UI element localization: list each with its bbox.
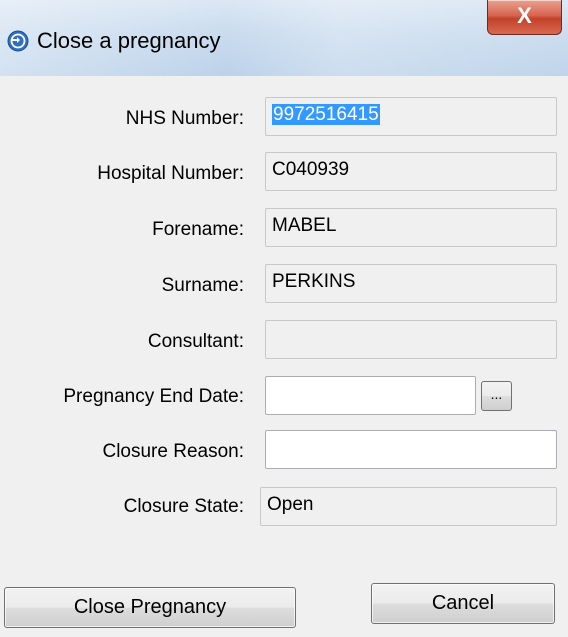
surname-field[interactable]: PERKINS: [265, 264, 557, 303]
dialog-window: Close a pregnancy X NHS Number: 99725164…: [0, 0, 568, 637]
closure-reason-label: Closure Reason:: [102, 441, 244, 462]
pregnancy-end-date-label: Pregnancy End Date:: [63, 386, 244, 407]
closure-state-label: Closure State:: [123, 496, 244, 517]
date-picker-button[interactable]: ...: [481, 381, 512, 411]
title-bar: Close a pregnancy X: [0, 0, 568, 76]
close-pregnancy-button[interactable]: Close Pregnancy: [4, 587, 296, 628]
closure-reason-field[interactable]: [265, 430, 557, 469]
closure-state-field[interactable]: Open: [260, 487, 557, 526]
nhs-number-label: NHS Number:: [125, 108, 244, 129]
hospital-number-field[interactable]: C040939: [265, 152, 557, 191]
consultant-label: Consultant:: [147, 331, 244, 352]
nhs-number-field[interactable]: 9972516415: [265, 97, 557, 136]
close-window-button[interactable]: X: [487, 0, 562, 35]
window-title: Close a pregnancy: [37, 28, 221, 53]
cancel-button[interactable]: Cancel: [371, 583, 555, 624]
surname-label: Surname:: [161, 275, 244, 296]
circle-arrows-icon: [7, 30, 29, 52]
nhs-number-value: 9972516415: [272, 104, 380, 125]
pregnancy-end-date-field[interactable]: [265, 376, 476, 415]
forename-field[interactable]: MABEL: [265, 208, 557, 247]
hospital-number-label: Hospital Number:: [97, 163, 244, 184]
forename-label: Forename:: [152, 219, 244, 240]
consultant-field[interactable]: [265, 320, 557, 359]
